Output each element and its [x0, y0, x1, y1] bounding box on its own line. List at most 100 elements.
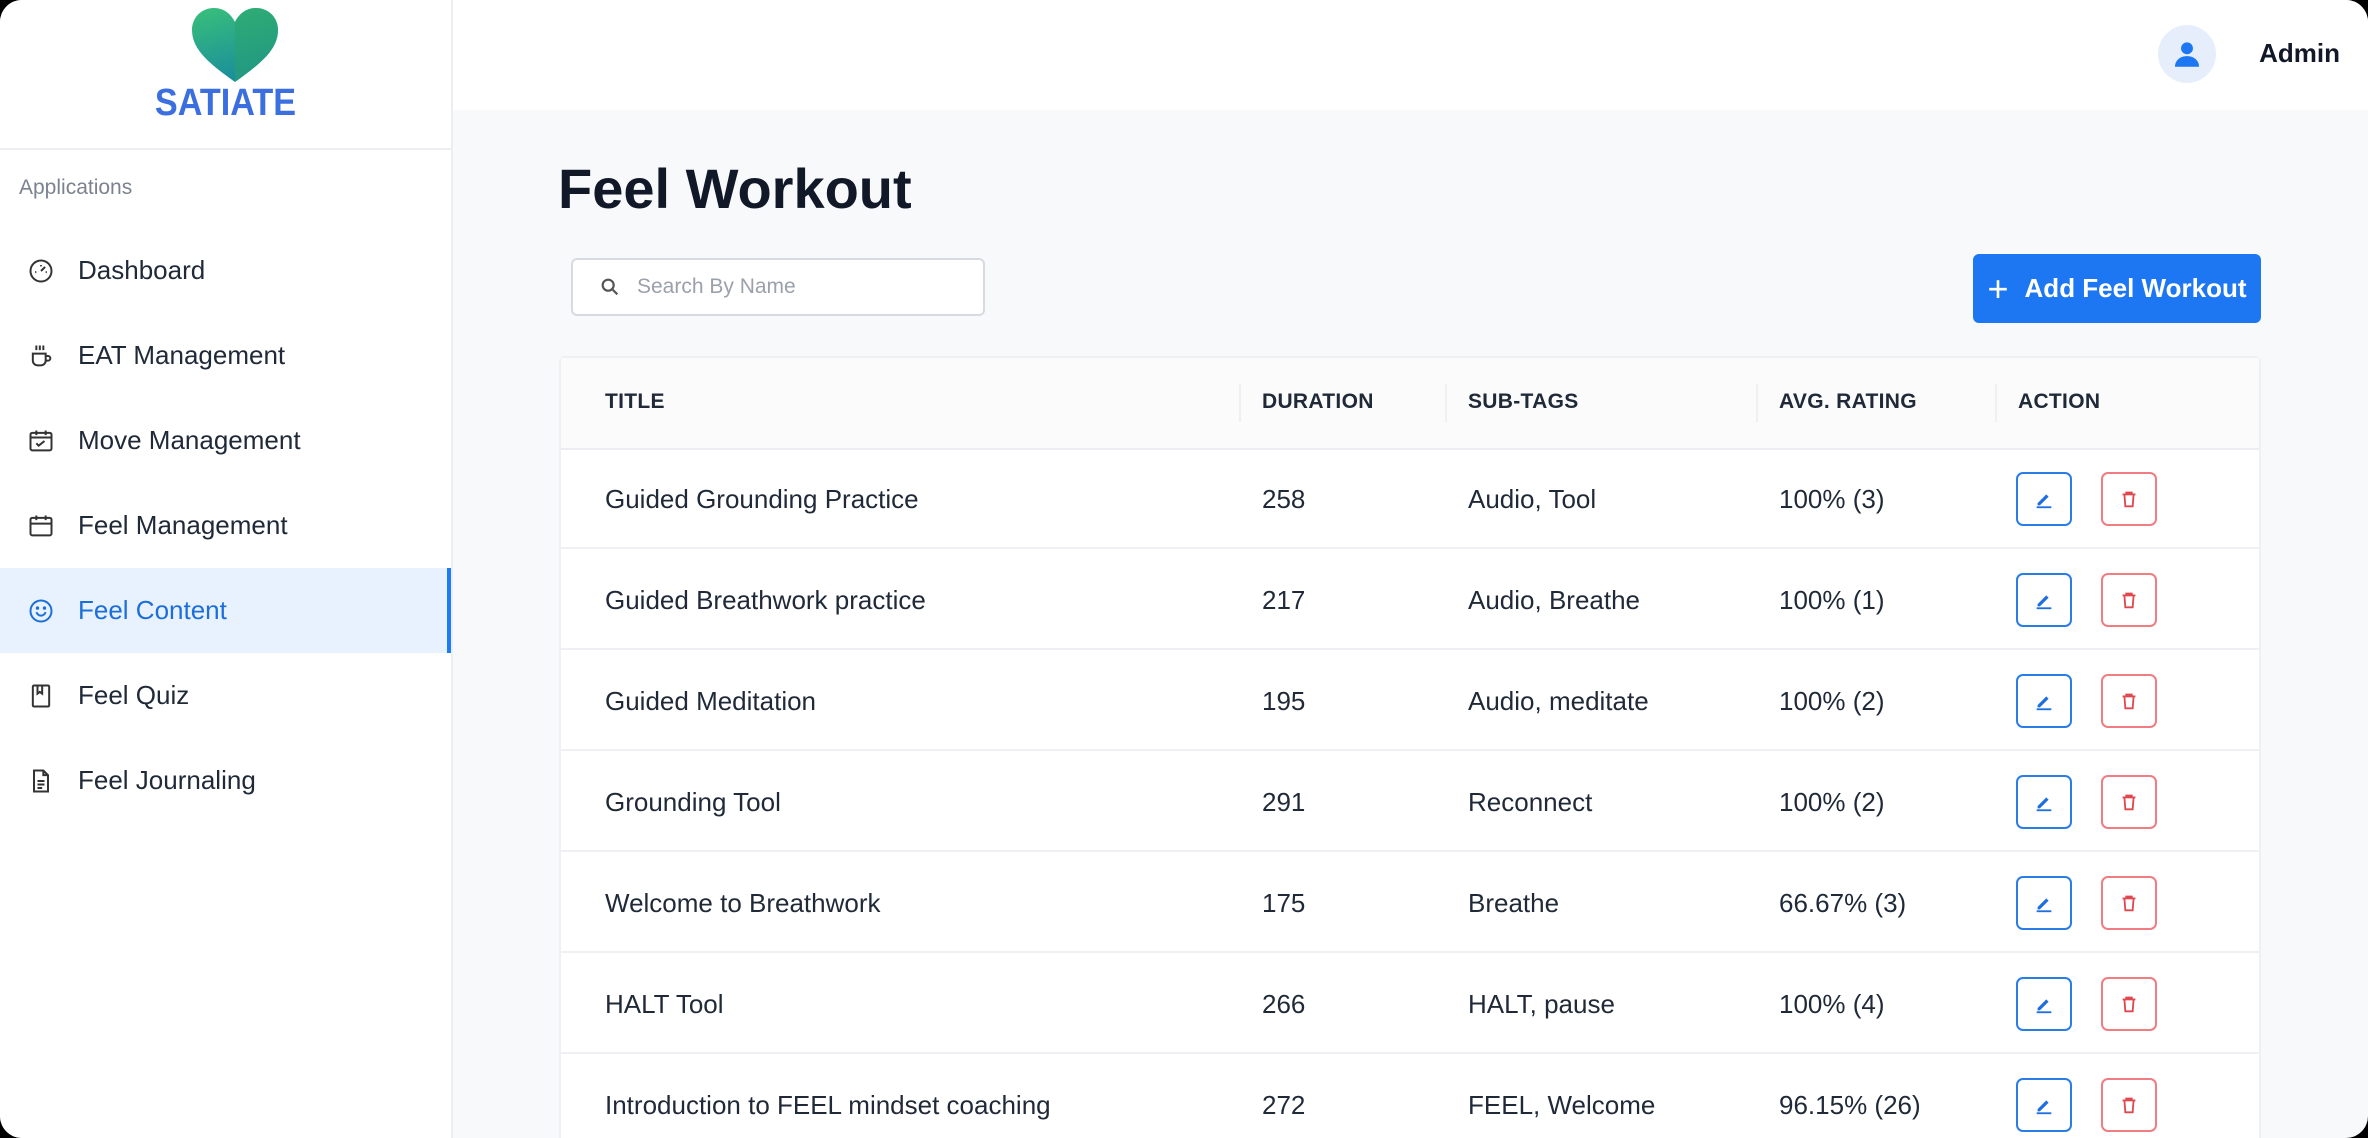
cell-duration: 195 — [1262, 686, 1306, 716]
cell-subtags: Audio, meditate — [1468, 686, 1649, 716]
delete-button[interactable] — [2101, 573, 2157, 627]
delete-button[interactable] — [2101, 977, 2157, 1031]
table-header: TITLE DURATION SUB-TAGS AVG. RATING ACTI… — [561, 358, 2259, 450]
app-window: SATIATE Applications Dashboard EAT Manag… — [0, 0, 2368, 1138]
sidebar-item-feel-journaling[interactable]: Feel Journaling — [0, 738, 451, 823]
trash-icon — [2122, 794, 2136, 811]
table-row: HALT Tool 266 HALT, pause 100% (4) — [561, 953, 2259, 1054]
sidebar-item-label: Feel Content — [78, 595, 227, 625]
cell-duration: 291 — [1262, 787, 1306, 817]
cell-rating: 100% (3) — [1779, 484, 1885, 514]
table-row: Introduction to FEEL mindset coaching 272… — [561, 1054, 2259, 1138]
sidebar-item-dashboard[interactable]: Dashboard — [0, 228, 451, 313]
trash-icon — [2122, 693, 2136, 710]
pencil-icon — [2036, 999, 2052, 1014]
section-label: Applications — [19, 176, 133, 199]
cell-duration: 175 — [1262, 888, 1306, 918]
cell-title: HALT Tool — [605, 989, 724, 1019]
sidebar-item-label: Feel Quiz — [78, 680, 190, 710]
column-header-rating[interactable]: AVG. RATING — [1779, 390, 1917, 414]
logo[interactable]: SATIATE — [0, 0, 451, 150]
pencil-icon — [2036, 797, 2052, 812]
column-header-duration[interactable]: DURATION — [1262, 390, 1374, 414]
cell-subtags: Breathe — [1468, 888, 1560, 918]
edit-button[interactable] — [2016, 1078, 2072, 1132]
trash-icon — [2122, 895, 2136, 912]
plus-icon: + — [1987, 267, 2009, 309]
sidebar-item-feel-content[interactable]: Feel Content — [0, 568, 451, 653]
delete-button[interactable] — [2101, 674, 2157, 728]
user-name[interactable]: Admin — [2259, 38, 2340, 69]
column-header-action: ACTION — [2018, 390, 2101, 413]
sidebar-item-feel-management[interactable]: Feel Management — [0, 483, 451, 568]
column-header-subtags[interactable]: SUB-TAGS — [1468, 390, 1579, 414]
pencil-icon — [2036, 898, 2052, 913]
cell-duration: 266 — [1262, 989, 1306, 1019]
add-feel-workout-button[interactable]: + Add Feel Workout — [1973, 254, 2261, 323]
document-icon — [26, 766, 56, 796]
cell-duration: 272 — [1262, 1090, 1306, 1120]
sidebar-item-label: Move Management — [78, 425, 301, 455]
bookmark-book-icon — [26, 681, 56, 711]
cell-title: Guided Breathwork practice — [605, 585, 926, 615]
trash-icon — [2122, 996, 2136, 1013]
table-row: Guided Grounding Practice 258 Audio, Tool 1… — [561, 448, 2259, 549]
sidebar-item-label: Dashboard — [78, 255, 206, 285]
cell-subtags: Reconnect — [1468, 787, 1593, 817]
cell-subtags: FEEL, Welcome — [1468, 1090, 1656, 1120]
column-divider — [1445, 384, 1447, 422]
column-divider — [1995, 384, 1997, 422]
user-avatar[interactable] — [2158, 25, 2216, 83]
delete-button[interactable] — [2101, 775, 2157, 829]
pencil-icon — [2036, 494, 2052, 509]
delete-button[interactable] — [2101, 876, 2157, 930]
cell-subtags: Audio, Breathe — [1468, 585, 1641, 615]
sidebar-item-move-management[interactable]: Move Management — [0, 398, 451, 483]
edit-button[interactable] — [2016, 977, 2072, 1031]
search-box — [571, 258, 985, 316]
column-header-title[interactable]: TITLE — [605, 390, 665, 414]
cell-rating: 100% (2) — [1779, 686, 1885, 716]
search-input[interactable] — [635, 274, 969, 300]
cell-title: Welcome to Breathwork — [605, 888, 881, 918]
sidebar-item-label: Feel Journaling — [78, 765, 256, 795]
cell-rating: 100% (1) — [1779, 585, 1885, 615]
sidebar-item-feel-quiz[interactable]: Feel Quiz — [0, 653, 451, 738]
delete-button[interactable] — [2101, 1078, 2157, 1132]
user-icon — [2174, 42, 2200, 67]
sidebar-item-eat-management[interactable]: EAT Management — [0, 313, 451, 398]
cell-title: Grounding Tool — [605, 787, 781, 817]
cell-title: Introduction to FEEL mindset coaching — [605, 1090, 1051, 1120]
add-button-label: Add Feel Workout — [2024, 273, 2247, 303]
coffee-cup-icon — [26, 341, 56, 371]
cell-duration: 217 — [1262, 585, 1306, 615]
search-icon — [601, 278, 619, 296]
sidebar-item-label: Feel Management — [78, 510, 288, 540]
edit-button[interactable] — [2016, 472, 2072, 526]
pencil-icon — [2036, 1100, 2052, 1115]
cell-rating: 66.67% (3) — [1779, 888, 1907, 918]
cell-subtags: Audio, Tool — [1468, 484, 1597, 514]
delete-button[interactable] — [2101, 472, 2157, 526]
pencil-icon — [2036, 595, 2052, 610]
table-row: Grounding Tool 291 Reconnect 100% (2) — [561, 751, 2259, 852]
cell-subtags: HALT, pause — [1468, 989, 1615, 1019]
edit-button[interactable] — [2016, 674, 2072, 728]
cell-rating: 100% (4) — [1779, 989, 1885, 1019]
page-title: Feel Workout — [558, 157, 912, 220]
cell-title: Guided Meditation — [605, 686, 817, 716]
sidebar-nav: Dashboard EAT Management Move Management… — [0, 228, 451, 823]
table-row: Guided Meditation 195 Audio, meditate 100% … — [561, 650, 2259, 751]
table-row: Guided Breathwork practice 217 Audio, Brea… — [561, 549, 2259, 650]
trash-icon — [2122, 1097, 2136, 1114]
edit-button[interactable] — [2016, 876, 2072, 930]
workout-table: TITLE DURATION SUB-TAGS AVG. RATING ACTI… — [559, 356, 2261, 1138]
cell-duration: 258 — [1262, 484, 1306, 514]
edit-button[interactable] — [2016, 775, 2072, 829]
cell-title: Guided Grounding Practice — [605, 484, 919, 514]
cell-rating: 100% (2) — [1779, 787, 1885, 817]
trash-icon — [2122, 592, 2136, 609]
column-divider — [1239, 384, 1241, 422]
edit-button[interactable] — [2016, 573, 2072, 627]
heart-logo-icon — [192, 8, 278, 82]
